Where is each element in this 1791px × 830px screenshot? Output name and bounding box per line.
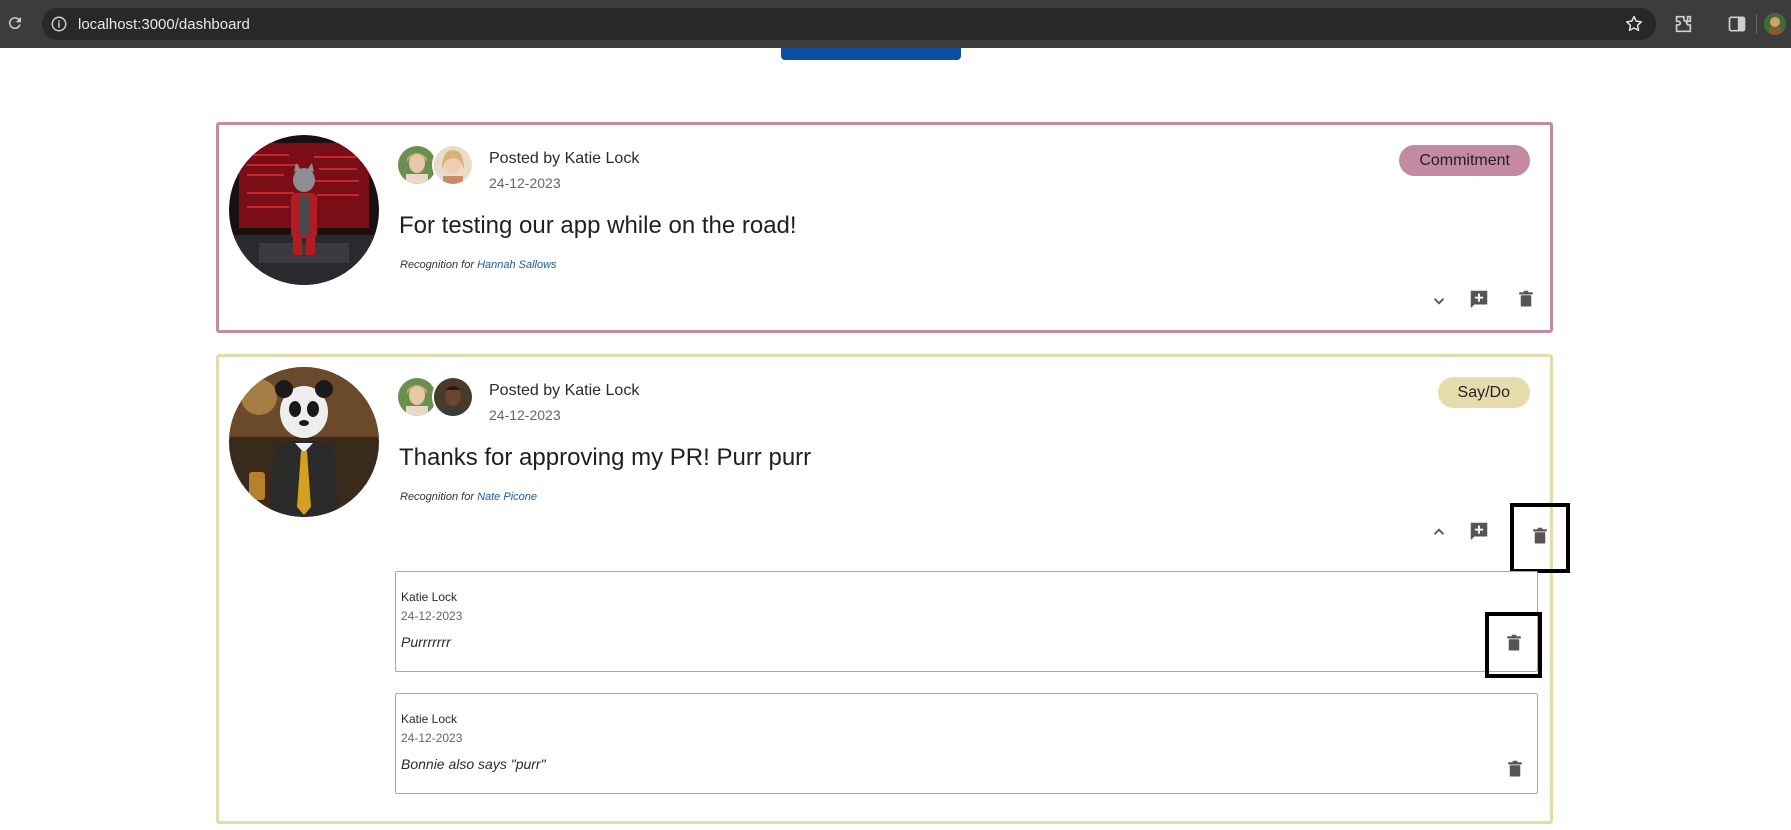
reload-icon[interactable] [6,14,24,32]
delete-post-button[interactable] [1511,286,1541,316]
comment-date: 24-12-2023 [401,731,463,745]
chevron-up-icon [1430,523,1448,546]
extensions-icon[interactable] [1672,13,1694,35]
post-date: 24-12-2023 [489,407,561,423]
avatar [432,144,474,186]
post-image [229,367,379,517]
chevron-down-icon [1430,292,1448,315]
avatar [432,376,474,418]
url-text[interactable]: localhost:3000/dashboard [78,16,250,33]
collapse-comments-button[interactable] [1424,519,1454,549]
post-author: Posted by Katie Lock [489,150,640,167]
delete-comment-button[interactable] [1485,612,1542,678]
post-date: 24-12-2023 [489,175,561,191]
add-comment-button[interactable] [1464,286,1494,316]
add-comment-icon [1468,288,1490,315]
post-message: Thanks for approving my PR! Purr purr [399,444,812,471]
participant-avatars [396,144,476,186]
profile-avatar[interactable] [1764,13,1786,35]
recognition-prefix: Recognition for [400,259,474,271]
comment-item: Katie Lock 24-12-2023 Bonnie also says "… [395,693,1538,794]
comment-author: Katie Lock [401,712,458,726]
recognition-prefix: Recognition for [400,491,474,503]
value-badge: Say/Do [1437,377,1530,408]
comment-text: Bonnie also says "purr" [401,756,546,772]
toolbar-divider [1756,14,1757,34]
add-comment-button[interactable] [1464,518,1494,548]
top-action-button[interactable] [781,48,961,60]
delete-comment-button[interactable] [1500,756,1530,786]
site-info-icon[interactable] [50,15,68,33]
add-comment-icon [1468,520,1490,547]
recognition-card: Posted by Katie Lock 24-12-2023 Commitme… [216,122,1553,333]
post-image [229,135,379,285]
trash-icon [1531,526,1549,551]
bookmark-star-icon[interactable] [1624,14,1644,34]
comment-author: Katie Lock [401,590,458,604]
participant-avatars [396,376,476,418]
delete-post-button[interactable] [1510,503,1570,573]
comment-text: Purrrrrrr [401,634,451,650]
post-author: Posted by Katie Lock [489,382,640,399]
trash-icon [1517,289,1535,314]
recognition-recipient-link[interactable]: Nate Picone [477,491,537,503]
browser-toolbar: localhost:3000/dashboard [0,0,1791,48]
recognition-card: Posted by Katie Lock 24-12-2023 Say/Do T… [216,354,1570,824]
trash-icon [1505,633,1523,658]
recognition-line: Recognition for Hannah Sallows [400,259,557,271]
expand-comments-button[interactable] [1424,288,1454,318]
trash-icon [1506,759,1524,784]
recognition-recipient-link[interactable]: Hannah Sallows [477,259,557,271]
comment-item: Katie Lock 24-12-2023 Purrrrrrr [395,571,1542,678]
value-badge: Commitment [1399,145,1530,176]
comment-date: 24-12-2023 [401,609,463,623]
address-bar[interactable]: localhost:3000/dashboard [42,8,1656,40]
recognition-line: Recognition for Nate Picone [400,491,537,503]
side-panel-icon[interactable] [1727,14,1747,34]
post-message: For testing our app while on the road! [399,212,797,239]
